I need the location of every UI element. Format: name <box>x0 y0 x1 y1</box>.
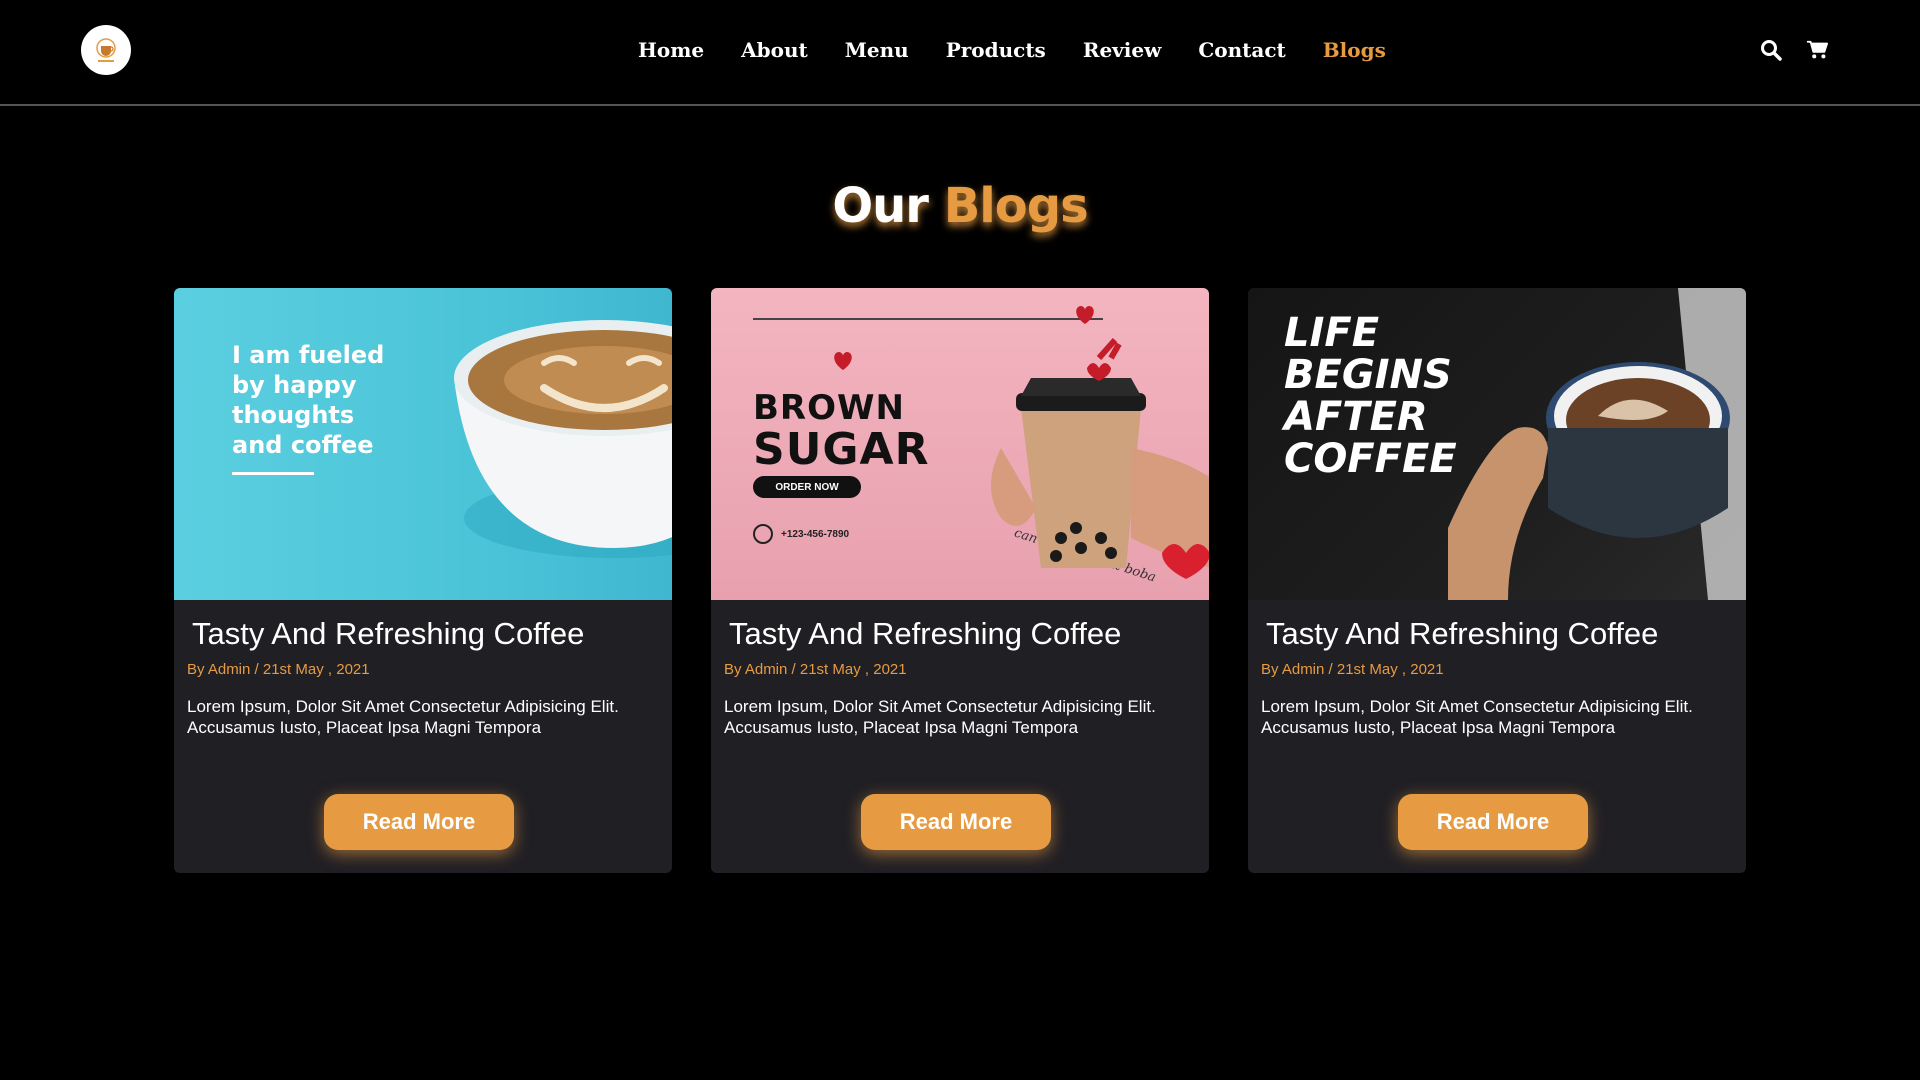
image-text: thoughts <box>232 401 355 429</box>
image-text: BEGINS <box>1284 352 1452 398</box>
card-meta: By Admin / 21st May , 2021 <box>187 661 370 678</box>
read-more-button[interactable]: Read More <box>861 794 1051 850</box>
description-line: Lorem Ipsum, Dolor Sit Amet Consectetur … <box>724 697 1156 716</box>
nav-review[interactable]: Review <box>1083 38 1162 62</box>
phone-text: +123-456-7890 <box>753 524 849 544</box>
image-text: I am fueled <box>232 341 385 369</box>
image-text: LIFE <box>1284 310 1380 356</box>
blog-image-life-begins[interactable]: LIFE BEGINS AFTER COFFEE <box>1248 288 1746 600</box>
blog-card: I am fueled by happy thoughts and coffee… <box>174 288 672 873</box>
section-title: Our Blogs <box>0 178 1920 234</box>
card-title[interactable]: Tasty And Refreshing Coffee <box>192 616 584 652</box>
nav-products[interactable]: Products <box>946 38 1046 62</box>
header-icons <box>1760 38 1828 62</box>
blog-card: LIFE BEGINS AFTER COFFEE Tasty And Refre… <box>1248 288 1746 873</box>
image-text: and coffee <box>232 431 374 459</box>
read-more-button[interactable]: Read More <box>324 794 514 850</box>
blog-cards: I am fueled by happy thoughts and coffee… <box>174 288 1746 873</box>
read-more-button[interactable]: Read More <box>1398 794 1588 850</box>
image-text: by happy <box>232 371 357 399</box>
phone-icon <box>753 524 773 544</box>
card-description: Lorem Ipsum, Dolor Sit Amet Consectetur … <box>1261 696 1731 738</box>
boba-drink-illustration <box>991 338 1209 579</box>
card-description: Lorem Ipsum, Dolor Sit Amet Consectetur … <box>187 696 657 738</box>
description-line: Accusamus Iusto, Placeat Ipsa Magni Temp… <box>724 718 1079 737</box>
card-meta: By Admin / 21st May , 2021 <box>1261 661 1444 678</box>
card-description: Lorem Ipsum, Dolor Sit Amet Consectetur … <box>724 696 1194 738</box>
decor-line <box>753 318 1103 320</box>
image-slogan: LIFE BEGINS AFTER COFFEE <box>1284 312 1457 480</box>
logo[interactable] <box>81 25 131 75</box>
image-slogan: I am fueled by happy thoughts and coffee <box>232 340 384 460</box>
blog-image-happy-coffee[interactable]: I am fueled by happy thoughts and coffee <box>174 288 672 600</box>
description-line: Lorem Ipsum, Dolor Sit Amet Consectetur … <box>187 697 619 716</box>
blog-card: BROWN SUGAR ORDER NOW +123-456-7890 can'… <box>711 288 1209 873</box>
site-header: Home About Menu Products Review Contact … <box>0 0 1920 106</box>
description-line: Accusamus Iusto, Placeat Ipsa Magni Temp… <box>1261 718 1616 737</box>
image-underline <box>232 472 314 475</box>
blog-image-brown-sugar[interactable]: BROWN SUGAR ORDER NOW +123-456-7890 can'… <box>711 288 1209 600</box>
heart-icon <box>1076 306 1094 324</box>
order-now-badge: ORDER NOW <box>753 476 861 498</box>
phone-number: +123-456-7890 <box>781 528 850 540</box>
description-line: Accusamus Iusto, Placeat Ipsa Magni Temp… <box>187 718 542 737</box>
title-part-1: Our <box>832 178 929 234</box>
title-part-2: Blogs <box>943 178 1089 234</box>
description-line: Lorem Ipsum, Dolor Sit Amet Consectetur … <box>1261 697 1693 716</box>
image-text: COFFEE <box>1284 436 1457 482</box>
card-title[interactable]: Tasty And Refreshing Coffee <box>1266 616 1658 652</box>
nav-blogs[interactable]: Blogs <box>1323 38 1386 62</box>
card-meta: By Admin / 21st May , 2021 <box>724 661 907 678</box>
nav-menu[interactable]: Menu <box>845 38 909 62</box>
latte-cup-illustration <box>454 320 672 558</box>
coffee-mug-illustration <box>1448 288 1746 600</box>
image-text: SUGAR <box>753 424 930 475</box>
nav-about[interactable]: About <box>741 38 808 62</box>
heart-icon <box>834 352 852 370</box>
main-nav: Home About Menu Products Review Contact … <box>638 38 1423 62</box>
image-text: AFTER <box>1284 394 1428 440</box>
card-title[interactable]: Tasty And Refreshing Coffee <box>729 616 1121 652</box>
search-icon[interactable] <box>1760 38 1782 62</box>
coffee-logo-icon <box>96 38 116 62</box>
cart-icon[interactable] <box>1806 38 1828 62</box>
nav-home[interactable]: Home <box>638 38 704 62</box>
image-text: BROWN <box>753 388 905 428</box>
nav-contact[interactable]: Contact <box>1198 38 1285 62</box>
